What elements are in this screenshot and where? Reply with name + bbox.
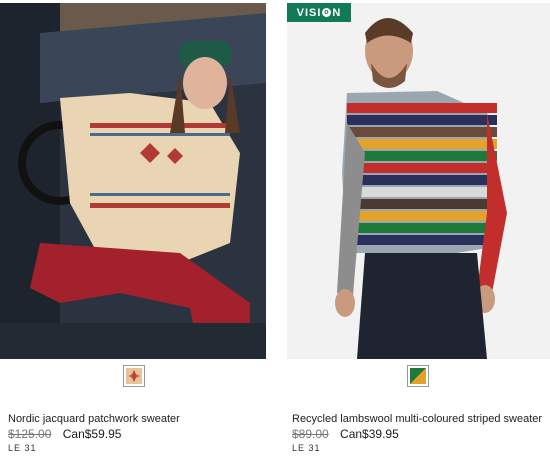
product-title[interactable]: Nordic jacquard patchwork sweater [8,413,180,425]
product-title[interactable]: Recycled lambswool multi-coloured stripe… [292,413,542,425]
badge-logo-icon: o [322,8,332,17]
sale-price: Can$39.95 [340,427,399,441]
color-swatch[interactable] [123,365,145,387]
vision-badge: VISI o N [287,3,351,22]
price-block: $89.00 Can$39.95 [292,427,399,441]
product-code: LE 31 [292,443,321,453]
product-image[interactable]: VISI o N [287,3,550,359]
price-block: $125.00 Can$59.95 [8,427,121,441]
swatch-stripes-icon [410,368,426,384]
original-price: $125.00 [8,427,52,441]
original-price: $89.00 [292,427,329,441]
badge-text-start: VISI [296,6,322,19]
sale-price: Can$59.95 [62,427,122,441]
badge-text-end: N [332,6,342,19]
color-swatch[interactable] [407,365,429,387]
product-image[interactable] [0,3,266,359]
product-code: LE 31 [8,443,37,453]
swatch-pattern-icon [126,368,142,384]
